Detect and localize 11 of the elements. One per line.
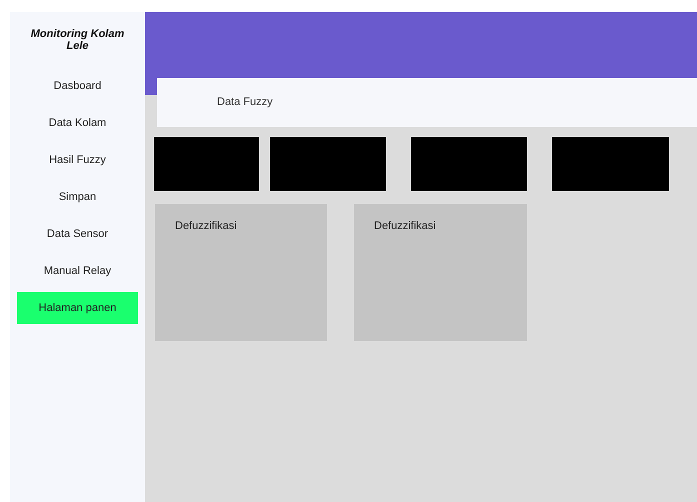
page-title: Data Fuzzy — [217, 95, 273, 110]
card-title: Defuzzifikasi — [175, 220, 237, 232]
nav-item[interactable]: Simpan — [17, 181, 138, 213]
nav-item[interactable]: Manual Relay — [17, 255, 138, 287]
nav-item[interactable]: Halaman panen — [17, 292, 138, 324]
card-title: Defuzzifikasi — [374, 220, 436, 232]
nav-item[interactable]: Data Sensor — [17, 218, 138, 250]
nav-item[interactable]: Data Kolam — [17, 107, 138, 139]
app-title: Monitoring Kolam Lele — [30, 28, 126, 52]
nav-item[interactable]: Hasil Fuzzy — [17, 144, 138, 176]
nav-item[interactable]: Dasboard — [17, 70, 138, 102]
